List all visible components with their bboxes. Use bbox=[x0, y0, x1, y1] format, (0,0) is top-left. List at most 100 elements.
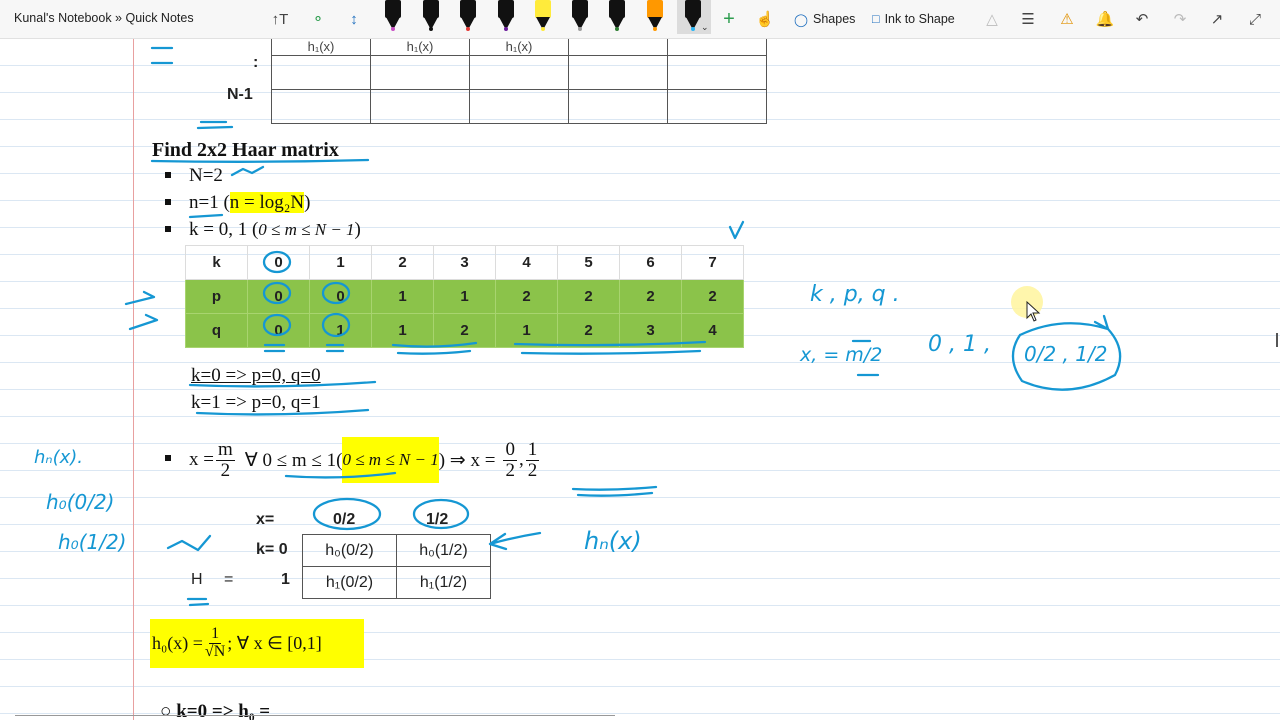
pen-black[interactable] bbox=[420, 0, 442, 34]
mapping-k1: k=1 => p=0, q=1 bbox=[191, 392, 321, 413]
kpq-cell: 0 bbox=[247, 279, 310, 314]
col-label-0: 0/2 bbox=[333, 511, 356, 528]
kpq-cell: 1 bbox=[371, 279, 434, 314]
matrix-cell: h₁(1/2) bbox=[396, 566, 491, 599]
kpq-cell: 1 bbox=[433, 279, 496, 314]
table-cell bbox=[271, 89, 371, 124]
pen-pink[interactable] bbox=[382, 0, 404, 34]
full-screen-icon[interactable]: ⤢ bbox=[1244, 8, 1266, 30]
kpq-cell: 3 bbox=[433, 245, 496, 280]
kpq-table: k01234567 p00112222 q01121234 bbox=[185, 245, 744, 348]
undo-icon[interactable]: ↶ bbox=[1131, 8, 1153, 30]
table-cell bbox=[667, 39, 767, 56]
kpq-cell: 2 bbox=[433, 313, 496, 348]
touch-draw-icon[interactable]: ☝ bbox=[754, 8, 776, 30]
kpq-cell: 2 bbox=[557, 313, 620, 348]
handwritten-hn: hₙ(x) bbox=[584, 527, 642, 555]
pen-red[interactable] bbox=[457, 0, 479, 34]
table-cell bbox=[568, 89, 668, 124]
pen-gray[interactable] bbox=[569, 0, 591, 34]
table-cell bbox=[469, 89, 569, 124]
kpq-row-q: q01121234 bbox=[185, 313, 744, 348]
ruler-settings-icon[interactable]: ☰ bbox=[1017, 8, 1039, 30]
table-cell: h₁(x) bbox=[370, 39, 470, 56]
mouse-cursor-icon bbox=[1011, 286, 1043, 322]
bullet-n-log: n=1 (n = log₂N) bbox=[165, 192, 310, 214]
pen-cyan-selected[interactable]: ⌄ bbox=[677, 0, 711, 34]
bell-icon[interactable]: 🔔 bbox=[1094, 8, 1116, 30]
kpq-cell: 2 bbox=[557, 279, 620, 314]
highlighter-orange[interactable] bbox=[644, 0, 666, 34]
handwritten-left-1: hₙ(x). bbox=[34, 447, 83, 468]
add-space-icon[interactable]: ↕ bbox=[343, 8, 365, 30]
ink-circle-values bbox=[1011, 322, 1122, 391]
kpq-cell: 6 bbox=[619, 245, 682, 280]
col-label-1: 1/2 bbox=[426, 511, 449, 528]
ink-to-math-icon[interactable]: △ bbox=[981, 8, 1003, 30]
equals-sign: = bbox=[224, 571, 234, 588]
bullet-icon bbox=[165, 455, 171, 461]
shapes-button[interactable]: ◯ Shapes bbox=[794, 8, 855, 30]
ink-arrow bbox=[488, 531, 542, 551]
kpq-cell: 1 bbox=[495, 313, 558, 348]
highlighted-formula: n = log₂N bbox=[229, 192, 305, 213]
kpq-row-k: k01234567 bbox=[185, 245, 744, 280]
ink-mark bbox=[196, 120, 234, 130]
kpq-cell: 1 bbox=[371, 313, 434, 348]
table-cell bbox=[667, 89, 767, 124]
haar-general-table: h₁(x) h₁(x) h₁(x) bbox=[271, 39, 767, 124]
handwritten-left-3: h₀(1/2) bbox=[58, 530, 127, 554]
handwritten-values: 0 , 1 , bbox=[928, 332, 991, 357]
share-icon[interactable]: ↗ bbox=[1206, 8, 1228, 30]
ink-arrowhead bbox=[1093, 314, 1110, 331]
ink-mark bbox=[150, 46, 174, 65]
pen-green[interactable] bbox=[606, 0, 628, 34]
ink-check bbox=[230, 165, 265, 177]
note-page[interactable]: h₁(x) h₁(x) h₁(x) : N-1 Find 2x2 Haar ma… bbox=[0, 39, 1280, 720]
table-cell bbox=[271, 55, 371, 90]
type-tool-icon[interactable]: ↑T bbox=[269, 8, 291, 30]
table-cell: h₁(x) bbox=[469, 39, 569, 56]
kpq-cell: 0 bbox=[247, 313, 310, 348]
table-cell bbox=[568, 55, 668, 90]
kpq-cell: 5 bbox=[557, 245, 620, 280]
ink-arrows bbox=[124, 290, 159, 331]
add-pen-icon[interactable]: + bbox=[718, 8, 740, 30]
kpq-header-cell: q bbox=[185, 313, 248, 348]
scrollbar-marker[interactable] bbox=[1276, 333, 1278, 347]
ink-underline bbox=[571, 485, 658, 497]
kpq-cell: 2 bbox=[495, 279, 558, 314]
section-heading: Find 2x2 Haar matrix bbox=[152, 139, 339, 161]
haar-matrix-table: h₀(0/2) h₀(1/2) h₁(0/2) h₁(1/2) bbox=[302, 534, 491, 599]
redo-icon[interactable]: ↷ bbox=[1169, 8, 1191, 30]
kpq-row-p: p00112222 bbox=[185, 279, 744, 314]
highlighted-condition: 0 ≤ m ≤ N − 1 bbox=[342, 437, 439, 483]
kpq-cell: 0 bbox=[247, 245, 310, 280]
kpq-cell: 1 bbox=[309, 313, 372, 348]
ink-check bbox=[728, 220, 745, 240]
kpq-cell: 7 bbox=[681, 245, 744, 280]
bullet-n: N=2 bbox=[165, 165, 223, 187]
circle-bullet-icon: ○ bbox=[160, 701, 177, 720]
mapping-k0: k=0 => p=0, q=0 bbox=[191, 365, 321, 386]
x-label: x= bbox=[256, 511, 275, 528]
warning-icon[interactable]: ⚠ bbox=[1056, 8, 1078, 30]
ink-to-shape-icon: □ bbox=[872, 12, 880, 26]
pen-purple[interactable] bbox=[495, 0, 517, 34]
highlighter-yellow[interactable] bbox=[532, 0, 554, 34]
breadcrumb[interactable]: Kunal's Notebook » Quick Notes bbox=[14, 11, 194, 25]
kpq-cell: 4 bbox=[681, 313, 744, 348]
shapes-icon: ◯ bbox=[794, 12, 808, 27]
bottom-line: ○ k=0 => h₀ = bbox=[160, 701, 271, 720]
handwritten-kpq: k , p, q . bbox=[810, 282, 900, 307]
x-formula: x = m2 ∀ 0 ≤ m ≤ 1( 0 ≤ m ≤ N − 1 ) ⇒ x … bbox=[165, 437, 541, 483]
kpq-cell: 0 bbox=[309, 279, 372, 314]
ink-to-shape-button[interactable]: □ Ink to Shape bbox=[872, 8, 955, 30]
matrix-cell: h₀(0/2) bbox=[302, 534, 397, 567]
lasso-select-icon[interactable]: ⚬ bbox=[307, 8, 329, 30]
kpq-cell: 1 bbox=[309, 245, 372, 280]
kpq-cell: 3 bbox=[619, 313, 682, 348]
bullet-icon bbox=[165, 225, 171, 232]
h-matrix-label: H bbox=[191, 571, 203, 588]
k0-label: k= 0 bbox=[256, 541, 288, 558]
